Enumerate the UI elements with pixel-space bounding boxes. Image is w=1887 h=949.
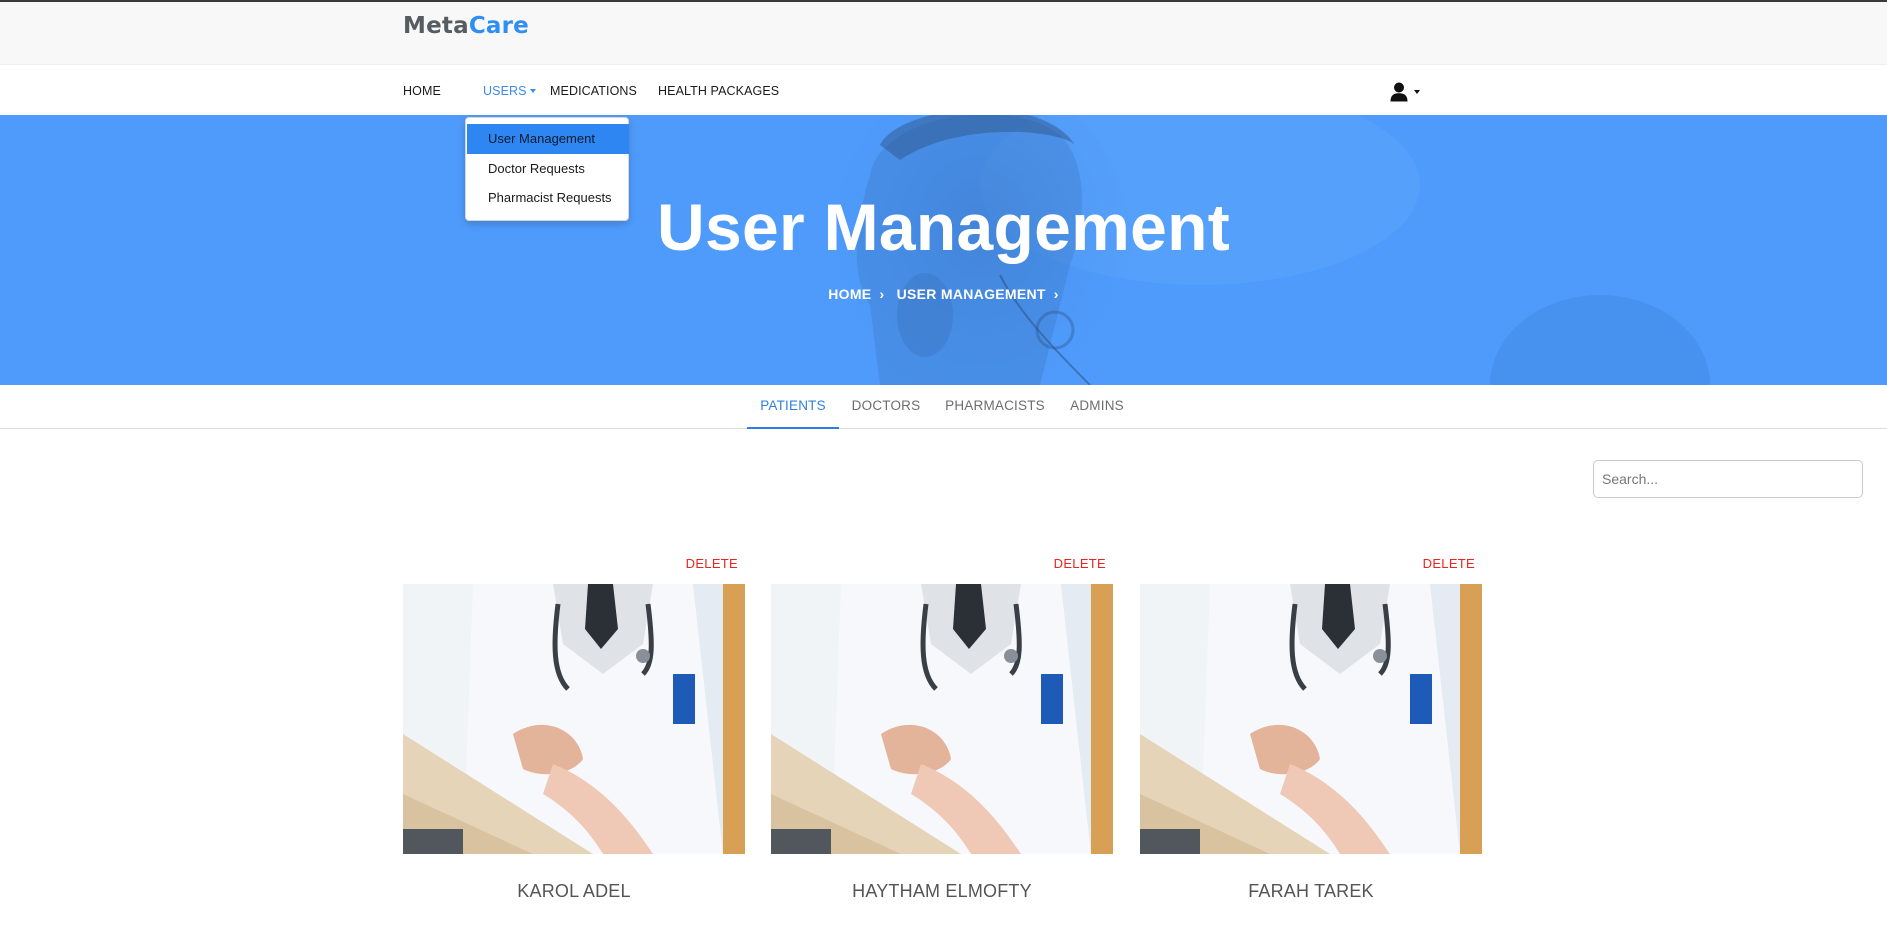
nav-home[interactable]: HOME xyxy=(403,84,441,98)
nav-users[interactable]: USERS xyxy=(483,84,536,98)
delete-button[interactable]: DELETE xyxy=(1423,556,1475,571)
page-title: User Management xyxy=(656,190,1230,264)
doctor-handshake-image xyxy=(1140,584,1482,854)
brand-logo-part2: Care xyxy=(468,13,529,39)
user-photo[interactable] xyxy=(403,584,745,854)
breadcrumb: HOME › USER MANAGEMENT › xyxy=(0,286,1887,302)
doctor-handshake-image xyxy=(771,584,1113,854)
user-photo[interactable] xyxy=(771,584,1113,854)
brand-bar: MetaCare xyxy=(0,2,1887,65)
nav-medications[interactable]: MEDICATIONS xyxy=(550,84,637,98)
delete-button[interactable]: DELETE xyxy=(1054,556,1106,571)
user-name: KAROL ADEL xyxy=(517,881,631,901)
chevron-down-icon xyxy=(1414,90,1420,94)
user-photo[interactable] xyxy=(1140,584,1482,854)
user-name: HAYTHAM ELMOFTY xyxy=(852,881,1032,901)
nav-users-label: USERS xyxy=(483,84,527,98)
chevron-right-icon: › xyxy=(1053,286,1059,302)
dropdown-item-pharmacist-requests[interactable]: Pharmacist Requests xyxy=(467,183,629,213)
breadcrumb-home[interactable]: HOME xyxy=(828,286,871,302)
tab-doctors[interactable]: DOCTORS xyxy=(849,385,923,429)
search-input[interactable] xyxy=(1593,460,1863,498)
user-card: DELETE FARAH TAREK xyxy=(1140,556,1482,906)
dropdown-item-user-management[interactable]: User Management xyxy=(467,124,629,154)
tab-admins[interactable]: ADMINS xyxy=(1067,385,1127,429)
users-dropdown-menu: User Management Doctor Requests Pharmaci… xyxy=(465,117,629,221)
user-card: DELETE HAYTHAM ELMOFTY xyxy=(771,556,1113,906)
tab-patients[interactable]: PATIENTS xyxy=(747,385,839,429)
tab-pharmacists[interactable]: PHARMACISTS xyxy=(940,385,1050,429)
delete-button[interactable]: DELETE xyxy=(686,556,738,571)
user-card: DELETE KAROL ADEL xyxy=(403,556,745,906)
user-type-tabs: PATIENTS DOCTORS PHARMACISTS ADMINS xyxy=(0,385,1887,429)
brand-logo-part1: Meta xyxy=(403,13,469,39)
nav-health-packages[interactable]: HEALTH PACKAGES xyxy=(658,84,779,98)
chevron-right-icon: › xyxy=(879,286,885,302)
chevron-down-icon xyxy=(529,89,536,93)
main-navbar: HOME USERS MEDICATIONS HEALTH PACKAGES xyxy=(0,66,1887,115)
dropdown-item-doctor-requests[interactable]: Doctor Requests xyxy=(467,154,629,184)
hero-banner: User Management HOME › USER MANAGEMENT › xyxy=(0,115,1887,385)
user-name: FARAH TAREK xyxy=(1248,881,1374,901)
brand-logo[interactable]: MetaCare xyxy=(403,13,529,39)
doctor-handshake-image xyxy=(403,584,745,854)
user-menu-toggle[interactable] xyxy=(1390,82,1424,102)
breadcrumb-current: USER MANAGEMENT xyxy=(896,286,1046,302)
user-icon xyxy=(1390,82,1408,102)
